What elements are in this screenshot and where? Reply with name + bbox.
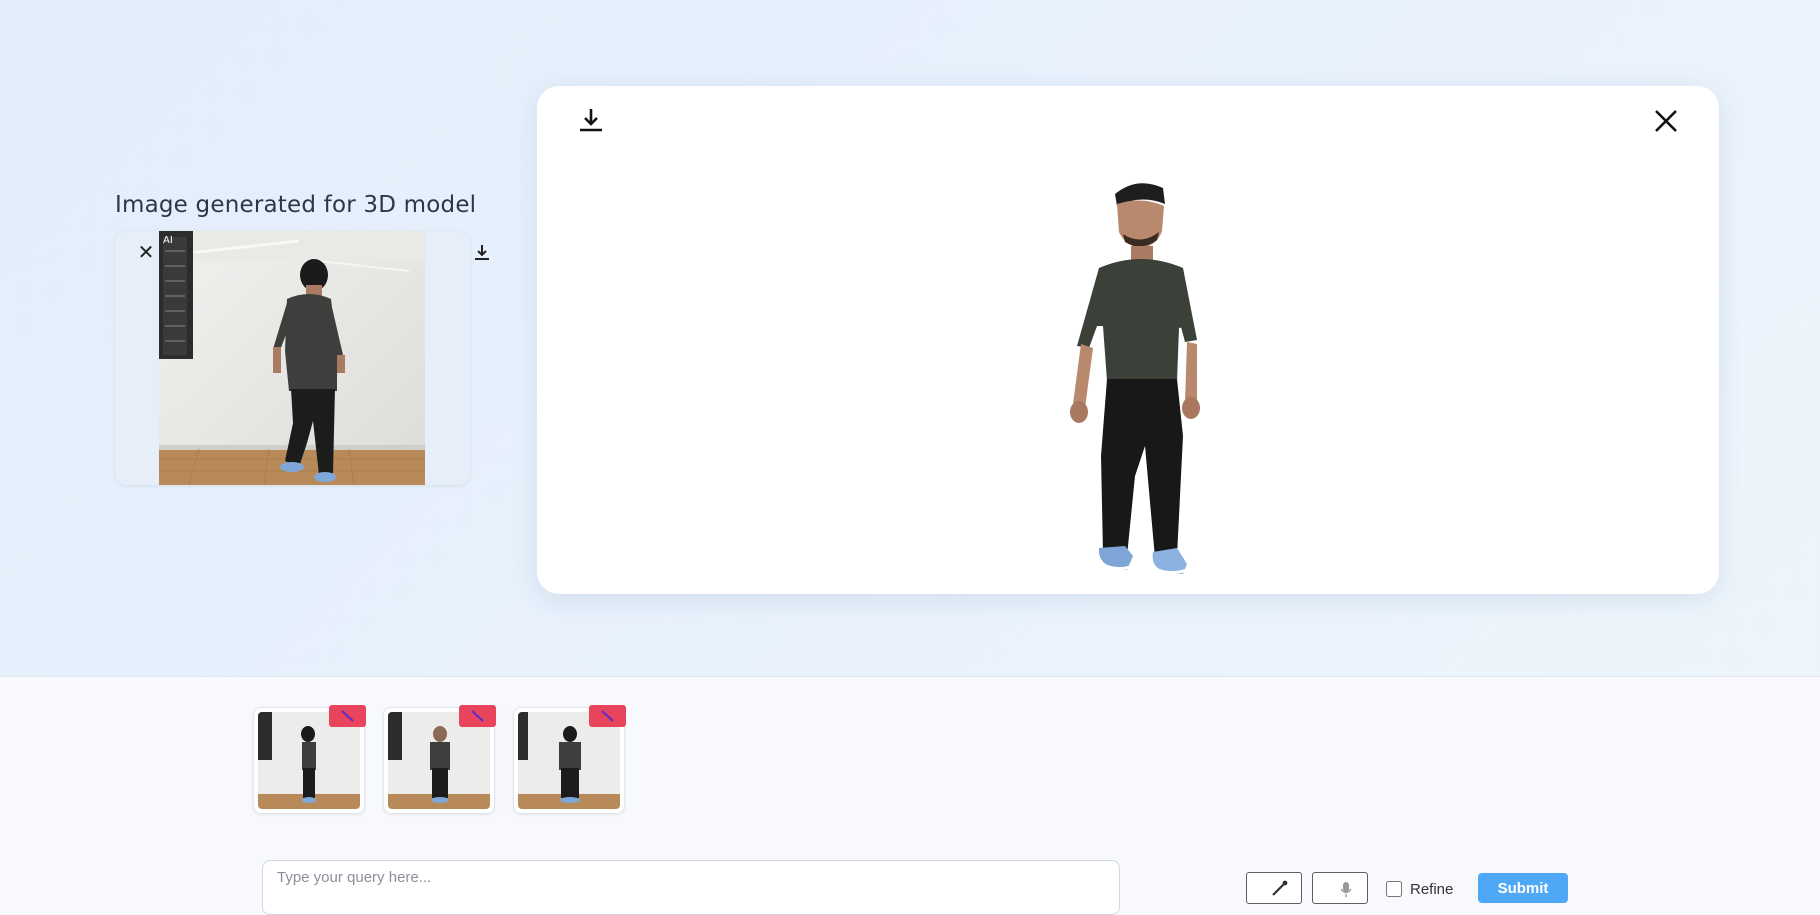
magic-wand-button[interactable] xyxy=(1246,872,1302,904)
download-icon[interactable] xyxy=(575,104,607,136)
refine-checkbox[interactable] xyxy=(1386,881,1402,897)
magic-wand-icon xyxy=(1272,880,1288,896)
3d-model-figure[interactable] xyxy=(1037,176,1237,586)
generated-image: AI xyxy=(159,231,425,485)
refine-label: Refine xyxy=(1410,880,1454,898)
close-icon[interactable]: ✕ xyxy=(135,241,157,263)
remove-icon[interactable] xyxy=(459,705,496,727)
query-input[interactable] xyxy=(262,860,1120,915)
close-icon[interactable] xyxy=(1651,106,1681,136)
workspace: Image generated for 3D model ✕ AI xyxy=(0,0,1820,676)
generated-image-title: Image generated for 3D model xyxy=(115,192,477,218)
thumbnail-1[interactable] xyxy=(253,705,366,814)
thumbnail-2[interactable] xyxy=(383,705,496,814)
remove-icon[interactable] xyxy=(589,705,626,727)
download-icon[interactable] xyxy=(471,241,493,263)
generated-image-card: ✕ AI xyxy=(115,231,489,485)
photo-label: AI xyxy=(163,235,173,246)
submit-button[interactable]: Submit xyxy=(1478,873,1568,903)
model-viewer[interactable] xyxy=(537,86,1719,594)
microphone-button[interactable] xyxy=(1312,872,1368,904)
refine-toggle[interactable]: Refine xyxy=(1386,878,1453,900)
remove-icon[interactable] xyxy=(329,705,366,727)
thumbnail-3[interactable] xyxy=(513,705,626,814)
microphone-icon xyxy=(1340,882,1352,897)
